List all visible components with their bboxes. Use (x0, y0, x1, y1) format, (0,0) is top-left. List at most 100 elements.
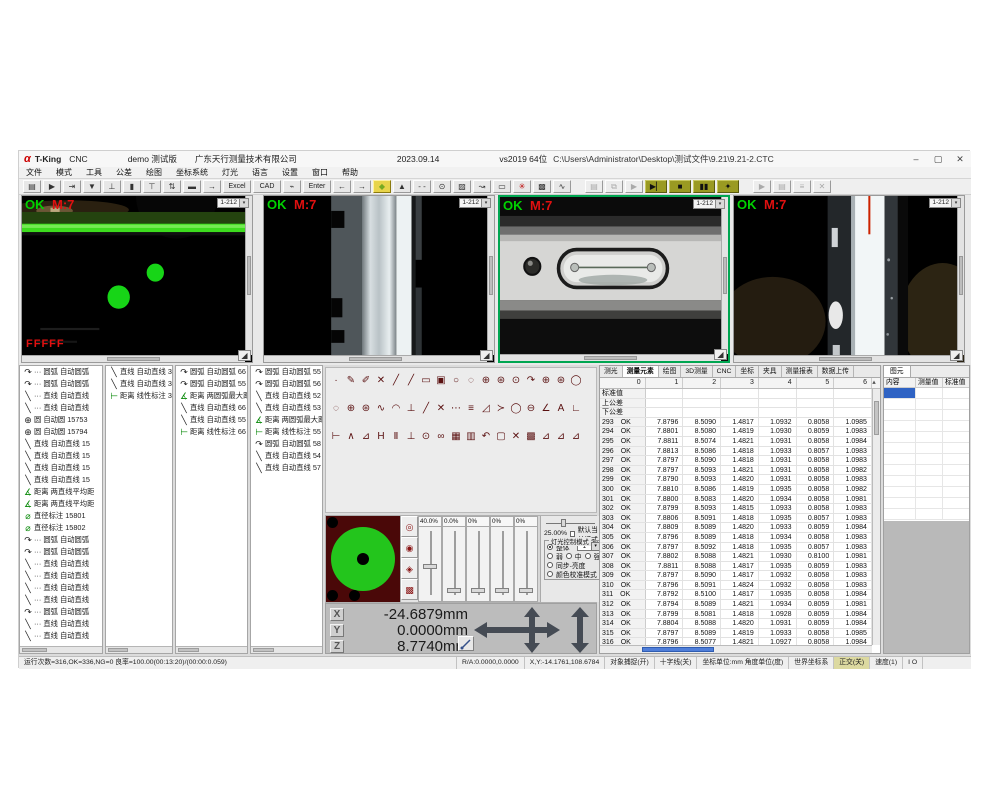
toolbar-button[interactable]: ◆ (373, 180, 391, 193)
light-slider[interactable]: 40.0% (418, 516, 442, 602)
measure-tool-icon[interactable]: Ⅱ (389, 430, 403, 444)
table-row[interactable]: 306OK 7.8797 8.5092 1.4818 1.0935 0.8057… (600, 543, 872, 553)
jog-pan-arrows[interactable] (474, 607, 592, 653)
results-tab[interactable]: 测量报表 (782, 366, 818, 377)
measure-tool-icon[interactable]: ▩ (524, 430, 538, 444)
measure-tool-icon[interactable]: ✎ (344, 374, 358, 388)
list-item[interactable]: ╲ 直线 自动直线 66 (176, 402, 247, 414)
toolbar-button[interactable]: ▭ (493, 180, 511, 193)
list-item[interactable]: ╲ ··· 直线 自动直线 (20, 402, 102, 414)
toolbar-button[interactable]: ✕ (813, 180, 831, 193)
primitive-row[interactable] (884, 476, 969, 487)
list-item[interactable]: ╲ 直线 自动直线 54 (251, 450, 322, 462)
list-item[interactable]: ╲ 直线 自动直线 57 (251, 462, 322, 474)
status-segment[interactable]: I O (903, 657, 923, 669)
fit-view-icon[interactable]: ◢ (238, 350, 251, 361)
measure-tool-icon[interactable]: ∟ (569, 402, 583, 416)
light-slider[interactable]: 0% (466, 516, 490, 602)
list-item[interactable]: ╲ ··· 直线 自动直线 (20, 582, 102, 594)
measure-tool-icon[interactable]: ⊢ (329, 430, 343, 444)
list-item[interactable]: ↷ ··· 圆弧 自动圆弧 (20, 378, 102, 390)
spec-row[interactable]: 上公差 (600, 399, 872, 409)
toolbar-button[interactable]: ▤ (585, 180, 603, 193)
mode-color-radio[interactable] (547, 571, 553, 577)
magnification-dropdown[interactable]: 1-212 ▾ (217, 198, 249, 208)
measure-tool-icon[interactable]: ↶ (479, 430, 493, 444)
list-item[interactable]: ↷ ··· 圆弧 自动圆弧 (20, 606, 102, 618)
measure-tool-icon[interactable]: ⊕ (479, 374, 493, 388)
measure-tool-icon[interactable]: ✕ (509, 430, 523, 444)
toolbar-button[interactable]: ▬ (183, 180, 201, 193)
primitive-row[interactable] (884, 443, 969, 454)
primitive-tab[interactable]: 图元 (884, 366, 911, 377)
status-segment[interactable]: 速度(1) (870, 657, 903, 669)
table-row[interactable]: 309OK 7.8797 8.5090 1.4817 1.0932 0.8058… (600, 571, 872, 581)
measure-tool-icon[interactable]: ⊖ (524, 402, 538, 416)
slider-thumb[interactable] (561, 519, 566, 527)
table-row[interactable]: 311OK 7.8792 8.5100 1.4817 1.0935 0.8058… (600, 590, 872, 600)
measure-tool-icon[interactable]: ▢ (494, 430, 508, 444)
status-segment[interactable]: 坐标单位:mm 角度单位(度) (697, 657, 789, 669)
results-tab[interactable]: 测量元素 (623, 366, 659, 377)
measure-tool-icon[interactable]: ✕ (434, 402, 448, 416)
slider-track[interactable] (526, 531, 528, 595)
toolbar-button[interactable]: ✦ (717, 180, 739, 193)
toolbar-button[interactable]: ▤ (773, 180, 791, 193)
measure-tool-icon[interactable]: ◌ (329, 402, 343, 416)
table-row[interactable]: 299OK 7.8790 8.5093 1.4820 1.0931 0.8058… (600, 475, 872, 485)
measure-tool-icon[interactable]: ⋯ (449, 402, 463, 416)
list-item[interactable]: ╲ 直线 自动直线 15 (20, 474, 102, 486)
master-brightness-slider[interactable] (546, 519, 595, 527)
toolbar-button[interactable]: ▶▏ (645, 180, 667, 193)
measure-tool-icon[interactable]: ✐ (359, 374, 373, 388)
toolbar-button[interactable]: ▤ (23, 180, 41, 193)
column-header[interactable]: 内容 (884, 378, 916, 387)
primitive-row[interactable] (884, 410, 969, 421)
toolbar-button[interactable]: ⊙ (433, 180, 451, 193)
toolbar-button[interactable]: ▨ (453, 180, 471, 193)
table-row[interactable]: 301OK 7.8800 8.5083 1.4820 1.0934 0.8058… (600, 495, 872, 505)
measure-tool-icon[interactable]: ╱ (389, 374, 403, 388)
measure-tool-icon[interactable]: ≡ (464, 402, 478, 416)
light-segment-icon[interactable]: ◈ (401, 558, 418, 579)
menu-item[interactable]: 窗口 (305, 167, 335, 178)
list-item[interactable]: ↷ 圆弧 自动圆弧 55 (176, 378, 247, 390)
list-item[interactable]: ╲ ··· 直线 自动直线 (20, 594, 102, 606)
mode-overall-radio[interactable] (547, 544, 553, 550)
chevron-down-icon[interactable]: ▾ (240, 198, 249, 208)
scroll-up-icon[interactable]: ▴ (872, 378, 880, 388)
results-tab[interactable]: 坐标 (736, 366, 759, 377)
measure-tool-icon[interactable]: A (554, 402, 568, 416)
list-item[interactable]: ╲ ··· 直线 自动直线 (20, 630, 102, 642)
light-slider[interactable]: 0.0% (442, 516, 466, 602)
light-segment-icon[interactable]: ◎ (401, 516, 418, 537)
status-segment[interactable]: R/A:0.0000,0.0000 (457, 657, 525, 669)
results-tab[interactable]: 夹具 (759, 366, 782, 377)
list-item[interactable]: ∡ 距离 两圆弧最大距 (251, 414, 322, 426)
primitive-row[interactable] (884, 465, 969, 476)
list-item[interactable]: ⌀ 直径标注 15802 (20, 522, 102, 534)
results-tab[interactable]: 绘图 (659, 366, 682, 377)
table-row[interactable]: 303OK 7.8806 8.5091 1.4818 1.0935 0.8057… (600, 514, 872, 524)
toolbar-button[interactable]: - - (413, 180, 431, 193)
column-header[interactable]: 测量值 (916, 378, 943, 387)
measure-tool-icon[interactable]: ╱ (419, 402, 433, 416)
status-segment[interactable]: 正交(关) (834, 657, 870, 669)
table-row[interactable]: 298OK 7.8797 8.5093 1.4821 1.0931 0.8058… (600, 466, 872, 476)
primitive-row[interactable] (884, 454, 969, 465)
slider-thumb[interactable] (495, 588, 509, 593)
measure-tool-icon[interactable]: ⊛ (554, 374, 568, 388)
camera-view-4[interactable]: OK M:7 1-212 ▾ ◢ (733, 195, 965, 363)
results-tab[interactable]: CNC (713, 366, 737, 377)
list-item[interactable]: ╲ 直线 自动直线 52 (251, 390, 322, 402)
menu-item[interactable]: 坐标系统 (169, 167, 215, 178)
primitive-row[interactable] (884, 498, 969, 509)
toolbar-button[interactable]: ▮ (123, 180, 141, 193)
menu-item[interactable]: 设置 (275, 167, 305, 178)
toolbar-button[interactable]: ∿ (553, 180, 571, 193)
results-tab[interactable]: 数据上传 (818, 366, 854, 377)
toolbar-button[interactable]: ▲ (393, 180, 411, 193)
status-segment[interactable]: 对象捕捉(开) (605, 657, 655, 669)
list-item[interactable]: ⊕ 圆 自动圆 15753 (20, 414, 102, 426)
measure-tool-icon[interactable]: ⊥ (404, 430, 418, 444)
